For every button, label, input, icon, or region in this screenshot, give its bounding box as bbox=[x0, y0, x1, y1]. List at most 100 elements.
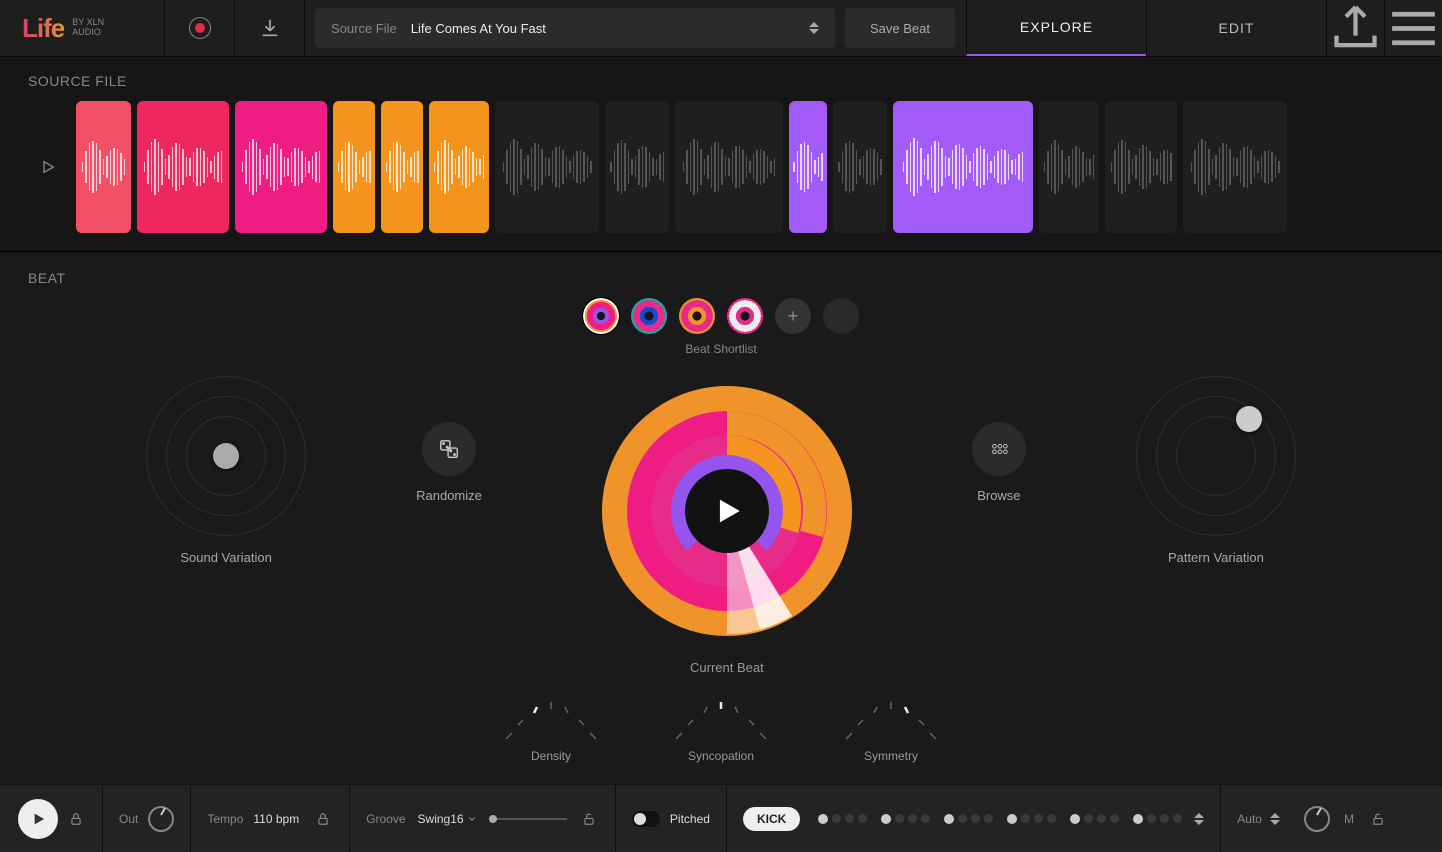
output-lock[interactable] bbox=[1368, 812, 1388, 826]
pitched-toggle[interactable] bbox=[632, 811, 660, 827]
chevron-down-icon bbox=[809, 29, 819, 34]
waveform-segment[interactable] bbox=[381, 101, 423, 233]
sequencer-step[interactable] bbox=[1173, 814, 1182, 823]
tempo-lock[interactable] bbox=[313, 812, 333, 826]
waveform-segment[interactable] bbox=[495, 101, 599, 233]
source-file-stepper[interactable] bbox=[809, 22, 819, 34]
sound-variation-dial[interactable] bbox=[146, 376, 306, 536]
waveform-segment[interactable] bbox=[605, 101, 669, 233]
groove-value[interactable]: Swing16 bbox=[418, 812, 477, 826]
sequencer-step[interactable] bbox=[1160, 814, 1169, 823]
source-file-title: SOURCE FILE bbox=[28, 73, 1414, 89]
waveform-segment[interactable] bbox=[675, 101, 783, 233]
source-file-selector[interactable]: Source File Life Comes At You Fast bbox=[315, 8, 835, 48]
sequencer-step[interactable] bbox=[971, 814, 980, 823]
groove-slider[interactable] bbox=[489, 818, 567, 820]
sound-variation-label: Sound Variation bbox=[180, 550, 272, 565]
sequencer-step[interactable] bbox=[881, 814, 891, 824]
sequencer-step[interactable] bbox=[1047, 814, 1056, 823]
play-source-button[interactable] bbox=[28, 159, 68, 175]
sequencer-step[interactable] bbox=[845, 814, 854, 823]
symmetry-gauge[interactable]: Symmetry bbox=[836, 699, 946, 763]
sequencer-step[interactable] bbox=[908, 814, 917, 823]
density-gauge[interactable]: Density bbox=[496, 699, 606, 763]
browse-button[interactable] bbox=[972, 422, 1026, 476]
tempo-value[interactable]: 110 bpm bbox=[253, 812, 299, 826]
waveform-segment[interactable] bbox=[893, 101, 1033, 233]
chevron-down-icon bbox=[467, 814, 477, 824]
waveform-segment[interactable] bbox=[235, 101, 327, 233]
waveform-segment[interactable] bbox=[789, 101, 827, 233]
sequencer-step[interactable] bbox=[1084, 814, 1093, 823]
sequencer-step[interactable] bbox=[1034, 814, 1043, 823]
unlock-icon bbox=[1371, 812, 1385, 826]
hamburger-icon bbox=[1385, 0, 1442, 57]
out-knob[interactable] bbox=[148, 806, 174, 832]
pattern-variation-dial[interactable] bbox=[1136, 376, 1296, 536]
waveform-segment[interactable] bbox=[333, 101, 375, 233]
waveform-segment[interactable] bbox=[1183, 101, 1287, 233]
step-sequencer-stepper[interactable] bbox=[1194, 813, 1204, 825]
output-knob[interactable] bbox=[1304, 806, 1330, 832]
menu-button[interactable] bbox=[1384, 0, 1442, 56]
save-beat-button[interactable]: Save Beat bbox=[845, 8, 955, 48]
current-beat-ring[interactable] bbox=[592, 376, 862, 646]
step-sequencer[interactable] bbox=[818, 814, 1182, 824]
syncopation-gauge[interactable]: Syncopation bbox=[666, 699, 776, 763]
beat-shortlist-label: Beat Shortlist bbox=[685, 342, 756, 356]
sequencer-step[interactable] bbox=[958, 814, 967, 823]
play-beat-button[interactable] bbox=[685, 469, 769, 553]
browse-label: Browse bbox=[977, 488, 1020, 503]
waveform-segment[interactable] bbox=[1105, 101, 1177, 233]
groove-lock[interactable] bbox=[579, 812, 599, 826]
transport-lock[interactable] bbox=[66, 812, 86, 826]
sequencer-step[interactable] bbox=[818, 814, 828, 824]
record-button[interactable] bbox=[165, 0, 235, 56]
sequencer-step[interactable] bbox=[1070, 814, 1080, 824]
import-button[interactable] bbox=[235, 0, 305, 56]
randomize-button[interactable] bbox=[422, 422, 476, 476]
logo-subtitle: BY XLN AUDIO bbox=[72, 18, 104, 38]
record-icon bbox=[189, 17, 211, 39]
kick-selector[interactable]: KICK bbox=[743, 807, 800, 831]
sequencer-step[interactable] bbox=[858, 814, 867, 823]
waveform-segment[interactable] bbox=[1039, 101, 1099, 233]
beat-shortlist: + bbox=[583, 298, 859, 334]
auto-stepper[interactable] bbox=[1270, 813, 1280, 825]
waveform-segment[interactable] bbox=[833, 101, 887, 233]
shortlist-item[interactable] bbox=[679, 298, 715, 334]
shortlist-item[interactable] bbox=[583, 298, 619, 334]
sequencer-step[interactable] bbox=[921, 814, 930, 823]
shortlist-add-button[interactable]: + bbox=[775, 298, 811, 334]
sequencer-step[interactable] bbox=[1007, 814, 1017, 824]
chevron-down-icon bbox=[1270, 820, 1280, 825]
sequencer-step[interactable] bbox=[1021, 814, 1030, 823]
pattern-variation-control: Pattern Variation bbox=[1136, 376, 1296, 565]
tab-explore[interactable]: EXPLORE bbox=[966, 0, 1146, 56]
sequencer-step[interactable] bbox=[1133, 814, 1143, 824]
sequencer-step[interactable] bbox=[1097, 814, 1106, 823]
waveform-track[interactable] bbox=[76, 101, 1414, 233]
waveform-segment[interactable] bbox=[76, 101, 131, 233]
sequencer-step[interactable] bbox=[984, 814, 993, 823]
dial-knob bbox=[1236, 406, 1262, 432]
download-icon bbox=[259, 17, 281, 39]
beat-title: BEAT bbox=[28, 270, 1414, 286]
waveform-segment[interactable] bbox=[429, 101, 489, 233]
tab-edit[interactable]: EDIT bbox=[1146, 0, 1326, 56]
waveform-segment[interactable] bbox=[137, 101, 229, 233]
shortlist-item[interactable] bbox=[631, 298, 667, 334]
mute-button[interactable]: M bbox=[1344, 812, 1354, 826]
shortlist-item[interactable] bbox=[727, 298, 763, 334]
sequencer-step[interactable] bbox=[895, 814, 904, 823]
sequencer-step[interactable] bbox=[832, 814, 841, 823]
groove-label: Groove bbox=[366, 812, 405, 826]
source-file-name: Life Comes At You Fast bbox=[411, 21, 795, 36]
grid-icon bbox=[988, 438, 1010, 460]
sequencer-step[interactable] bbox=[944, 814, 954, 824]
share-icon bbox=[1327, 0, 1384, 57]
export-button[interactable] bbox=[1326, 0, 1384, 56]
global-play-button[interactable] bbox=[18, 799, 58, 839]
sequencer-step[interactable] bbox=[1110, 814, 1119, 823]
sequencer-step[interactable] bbox=[1147, 814, 1156, 823]
